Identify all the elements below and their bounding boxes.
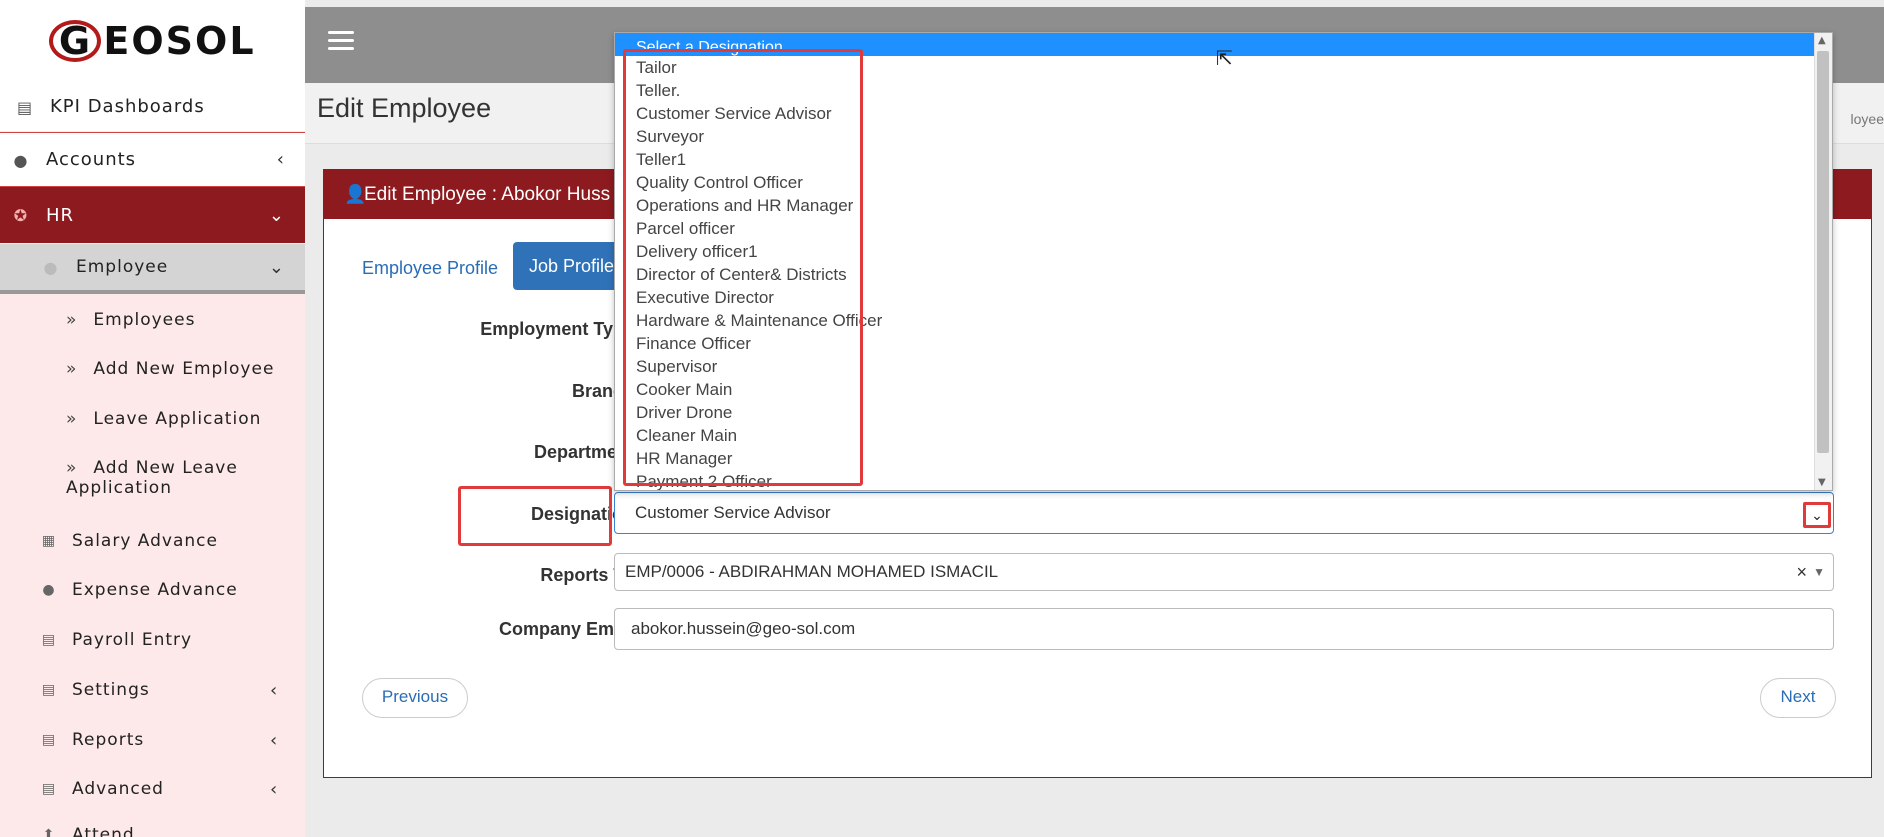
sidebar-item-label: Reports — [72, 730, 145, 750]
chevron-left-icon: ‹ — [276, 149, 285, 170]
logo-g: G — [49, 20, 102, 62]
book-icon: ▤ — [41, 682, 57, 698]
sidebar-item-employee[interactable]: ● Employee ⌄ — [0, 244, 305, 294]
subitem-label: Leave Application — [93, 409, 262, 429]
sidebar-item-label: KPI Dashboards — [50, 96, 205, 117]
employment-type-label: Employment Type — [480, 319, 634, 339]
logo-word: EOSOL — [103, 19, 256, 63]
logo[interactable]: G EOSOL — [0, 0, 305, 82]
subitem-label: Add New Employee — [93, 359, 275, 379]
chevron-down-icon[interactable]: ⌄ — [1803, 502, 1831, 528]
dropdown-scrollbar[interactable]: ▲ ▼ — [1814, 33, 1832, 490]
page-title: Edit Employee — [317, 93, 492, 123]
book-icon: ▤ — [41, 632, 57, 648]
sidebar: G EOSOL ▤ KPI Dashboards ● Accounts ‹ ✪ H… — [0, 0, 305, 837]
double-chevron-icon: » — [66, 359, 78, 379]
book-icon: ▤ — [16, 97, 34, 117]
sidebar-item-salary-advance[interactable]: ▦ Salary Advance — [40, 531, 218, 551]
reports-to-label: Reports To — [540, 565, 634, 585]
subitem-label: Add New Leave — [93, 458, 238, 478]
designation-select[interactable]: Customer Service Advisor ⌄ — [614, 492, 1834, 534]
sidebar-item-label: HR — [46, 204, 75, 226]
double-chevron-icon: » — [66, 458, 78, 478]
sidebar-item-accounts[interactable]: ● Accounts ‹ — [0, 132, 305, 187]
sidebar-subitem-add-new-employee[interactable]: » Add New Employee — [66, 359, 274, 379]
scroll-up-icon[interactable]: ▲ — [1818, 35, 1826, 46]
sidebar-item-label: Accounts — [46, 149, 137, 170]
scrollbar-thumb[interactable] — [1817, 51, 1829, 453]
piggy-bank-icon: ● — [13, 150, 29, 170]
chevron-down-icon: ⌄ — [268, 204, 285, 226]
sidebar-item-label: Salary Advance — [72, 531, 218, 551]
department-label: Department — [533, 442, 634, 462]
hamburger-menu-icon[interactable] — [328, 31, 354, 55]
mouse-cursor-icon: ⇱ — [1216, 46, 1233, 70]
branch-label: Branch — [571, 381, 634, 401]
sidebar-subitem-leave-application[interactable]: » Leave Application — [66, 409, 261, 429]
card-title: Edit Employee : Abokor Huss — [364, 184, 611, 205]
app-window: G EOSOL ▤ KPI Dashboards ● Accounts ‹ ✪ H… — [0, 0, 1884, 837]
sidebar-subitem-add-new-leave-application[interactable]: » Add New Leave Application — [66, 458, 238, 498]
designation-selected-value: Customer Service Advisor — [635, 503, 831, 522]
sidebar-item-payroll-entry[interactable]: ▤ Payroll Entry — [40, 630, 192, 650]
designation-label-highlight — [458, 486, 612, 546]
double-chevron-icon: » — [66, 310, 78, 330]
options-highlight — [623, 49, 863, 486]
table-icon: ▦ — [41, 533, 57, 549]
chevron-left-icon: ‹ — [270, 778, 279, 800]
sidebar-item-label: Employee — [76, 257, 169, 277]
sidebar-item-reports[interactable]: ▤ Reports ‹ — [40, 729, 305, 751]
caret-down-icon[interactable]: ▼ — [1813, 554, 1825, 590]
clear-icon[interactable]: × — [1796, 554, 1807, 590]
breadcrumb[interactable]: loyee — [1851, 111, 1884, 127]
badge-icon: ✪ — [13, 206, 29, 225]
sidebar-item-expense-advance[interactable]: ● Expense Advance — [40, 580, 238, 600]
sidebar-subitem-employees[interactable]: » Employees — [66, 310, 195, 330]
company-email-label: Company Email — [498, 619, 634, 639]
reports-to-select[interactable]: EMP/0006 - ABDIRAHMAN MOHAMED ISMACIL × … — [614, 553, 1834, 591]
user-icon: ● — [43, 258, 59, 277]
sidebar-item-hr[interactable]: ✪ HR ⌄ — [0, 187, 305, 243]
sidebar-item-label: Expense Advance — [72, 580, 238, 600]
double-chevron-icon: » — [66, 409, 78, 429]
chevron-down-icon: ⌄ — [268, 256, 285, 278]
tab-employee-profile[interactable]: Employee Profile — [362, 258, 498, 279]
sidebar-item-settings[interactable]: ▤ Settings ‹ — [40, 679, 305, 701]
sidebar-item-advanced[interactable]: ▤ Advanced ‹ — [40, 778, 305, 800]
upload-icon: ⬆ — [42, 827, 56, 837]
logo-text: G EOSOL — [49, 19, 255, 63]
book-icon: ▤ — [41, 732, 57, 748]
reports-to-selected-value: EMP/0006 - ABDIRAHMAN MOHAMED ISMACIL — [625, 562, 999, 581]
subitem-label-line2: Application — [66, 478, 172, 498]
sidebar-item-label: Payroll Entry — [72, 630, 193, 650]
user-icon: ● — [42, 582, 56, 598]
company-email-value: abokor.hussein@geo-sol.com — [631, 619, 856, 638]
sidebar-item-label: Attend... — [72, 825, 154, 837]
previous-button[interactable]: Previous — [362, 678, 468, 718]
sidebar-item-label: Advanced — [72, 779, 164, 799]
tab-job-profile[interactable]: Job Profile — [513, 242, 623, 290]
chevron-left-icon: ‹ — [270, 679, 279, 701]
subitem-label: Employees — [93, 310, 196, 330]
sidebar-item-kpi-dashboards[interactable]: ▤ KPI Dashboards — [0, 82, 305, 131]
scroll-down-icon[interactable]: ▼ — [1818, 477, 1826, 488]
sidebar-item-label: Settings — [72, 680, 150, 700]
book-icon: ▤ — [41, 781, 57, 797]
chevron-left-icon: ‹ — [270, 729, 279, 751]
company-email-field[interactable]: abokor.hussein@geo-sol.com — [614, 608, 1834, 650]
next-button[interactable]: Next — [1760, 678, 1836, 718]
sidebar-item-attendance[interactable]: ⬆ Attend... — [40, 825, 154, 837]
